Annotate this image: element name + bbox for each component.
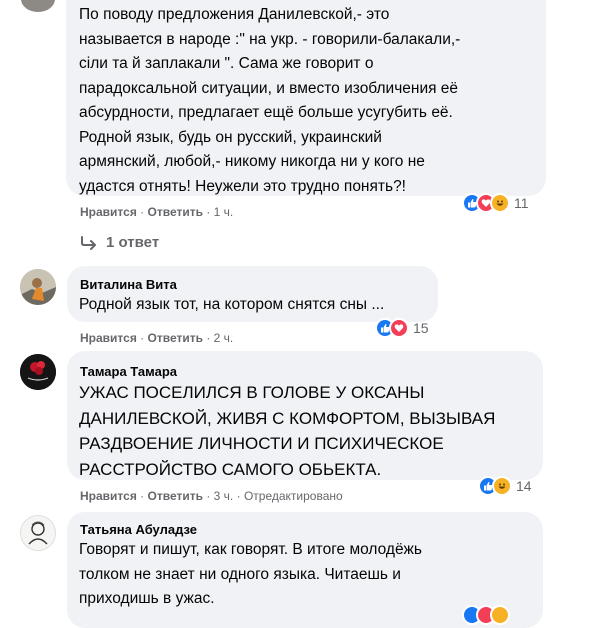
separator: · [236,489,244,503]
comment-text: Говорят и пишут, как говорят. В итоге мо… [79,541,423,607]
separator: · [206,489,214,503]
haha-reaction-icon [490,605,510,625]
reaction-count: 15 [413,320,429,336]
haha-reaction-icon [490,193,510,213]
separator: · [206,205,214,219]
timestamp[interactable]: 3 ч. [214,489,234,503]
comment-text: УЖАС ПОСЕЛИЛСЯ В ГОЛОВЕ У ОКСАНЫ ДАНИЛЕВ… [79,383,496,479]
separator: · [140,331,148,345]
view-replies-link[interactable]: 1 ответ [80,234,159,251]
reply-button[interactable]: Ответить [148,205,203,219]
comment-author[interactable]: Татьяна Абуладзе [80,522,197,537]
reaction-count: 14 [516,478,532,494]
like-button[interactable]: Нравится [80,489,137,503]
separator: · [140,489,148,503]
reaction-count: 11 [514,195,529,211]
comment-actions: Нравится · Ответить · 1 ч. [80,205,233,219]
reply-arrow-icon [81,235,96,250]
reply-button[interactable]: Ответить [148,489,203,503]
timestamp[interactable]: 1 ч. [214,205,234,219]
love-reaction-icon [389,318,409,338]
reactions-summary[interactable]: 14 [478,475,532,497]
reactions-summary[interactable] [462,604,510,626]
comment-text: По поводу предложения Данилевской,- это … [79,6,461,195]
edited-label: Отредактировано [243,489,343,503]
like-button[interactable]: Нравится [80,205,137,219]
comment-actions: Нравится · Ответить · 2 ч. [80,331,233,345]
avatar[interactable] [20,515,56,551]
separator: · [206,331,214,345]
comment-author[interactable]: Тамара Тамара [80,364,177,379]
comment-text: Родной язык тот, на котором снятся сны .… [79,296,385,313]
like-button[interactable]: Нравится [80,331,137,345]
avatar[interactable] [21,0,55,12]
reactions-summary[interactable]: 15 [375,317,429,339]
avatar[interactable] [20,354,56,390]
replies-count-label[interactable]: 1 ответ [106,234,159,251]
reply-button[interactable]: Ответить [148,331,203,345]
separator: · [140,205,148,219]
reactions-summary[interactable]: 11 [462,192,529,214]
comment-actions: Нравится · Ответить · 3 ч. · Отредактиро… [80,489,343,503]
timestamp[interactable]: 2 ч. [214,331,234,345]
comment-author[interactable]: Виталина Вита [80,277,177,292]
avatar[interactable] [20,269,56,305]
haha-reaction-icon [492,476,512,496]
